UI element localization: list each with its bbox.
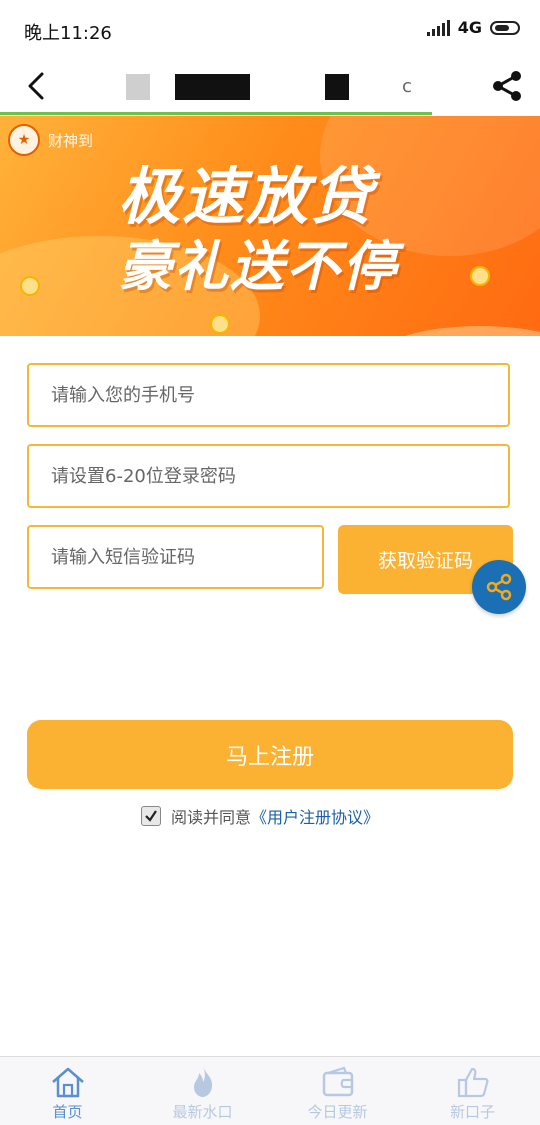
wallet-icon (322, 1066, 353, 1097)
signal-icon (426, 19, 450, 36)
floating-share-button[interactable] (472, 560, 526, 614)
nav-bar: c (0, 58, 540, 115)
thumbs-up-icon (457, 1067, 488, 1098)
coin-decoration (210, 314, 230, 334)
tab-new[interactable]: 新口子 (405, 1057, 540, 1125)
banner-decoration (380, 326, 540, 336)
coin-decoration (470, 266, 490, 286)
flame-icon (193, 1067, 212, 1097)
tab-label: 新口子 (449, 1103, 495, 1121)
agree-checkbox[interactable] (141, 806, 161, 826)
tab-today[interactable]: 今日更新 (270, 1057, 405, 1125)
battery-icon (490, 20, 520, 35)
tab-latest[interactable]: 最新水口 (135, 1057, 270, 1125)
tab-label: 最新水口 (172, 1103, 233, 1121)
check-icon (145, 810, 157, 822)
agreement-row: 阅读并同意 《用户注册协议》 (141, 804, 379, 828)
brand-name: 财神到 (48, 131, 94, 150)
share-icon[interactable] (490, 68, 526, 104)
bottom-tab-bar: 首页 最新水口 今日更新 新口子 (0, 1056, 540, 1125)
redacted-title-block (175, 74, 250, 100)
tab-label: 首页 (52, 1103, 83, 1121)
status-bar: 晚上11:26 4G (0, 0, 540, 58)
redacted-title-block (126, 74, 150, 100)
agreement-link[interactable]: 《用户注册协议》 (251, 804, 379, 828)
redacted-title-block (325, 74, 349, 100)
tab-home[interactable]: 首页 (0, 1057, 135, 1125)
status-time: 晚上11:26 (24, 23, 112, 44)
brand-emblem-icon: ★ (8, 124, 40, 156)
page-load-progress (0, 112, 432, 115)
status-indicators: 4G (426, 18, 520, 37)
title-fragment: c (402, 76, 412, 97)
share-icon (486, 573, 512, 601)
password-field (27, 444, 510, 508)
back-arrow-icon[interactable] (22, 70, 54, 102)
banner-subheadline: 豪礼送不停 (118, 235, 398, 298)
network-type: 4G (457, 18, 482, 37)
tab-label: 今日更新 (307, 1103, 368, 1121)
phone-input[interactable] (29, 365, 508, 425)
brand-logo: ★ 财神到 (8, 124, 93, 156)
password-input[interactable] (29, 446, 508, 506)
promo-banner[interactable]: ★ 财神到 极速放贷 豪礼送不停 (0, 116, 540, 336)
home-icon (51, 1067, 84, 1098)
sms-code-input[interactable] (29, 527, 322, 587)
sms-code-field (27, 525, 324, 589)
phone-field (27, 363, 510, 427)
agree-text: 阅读并同意 (171, 808, 252, 827)
register-button[interactable]: 马上注册 (27, 720, 513, 789)
coin-decoration (20, 276, 40, 296)
